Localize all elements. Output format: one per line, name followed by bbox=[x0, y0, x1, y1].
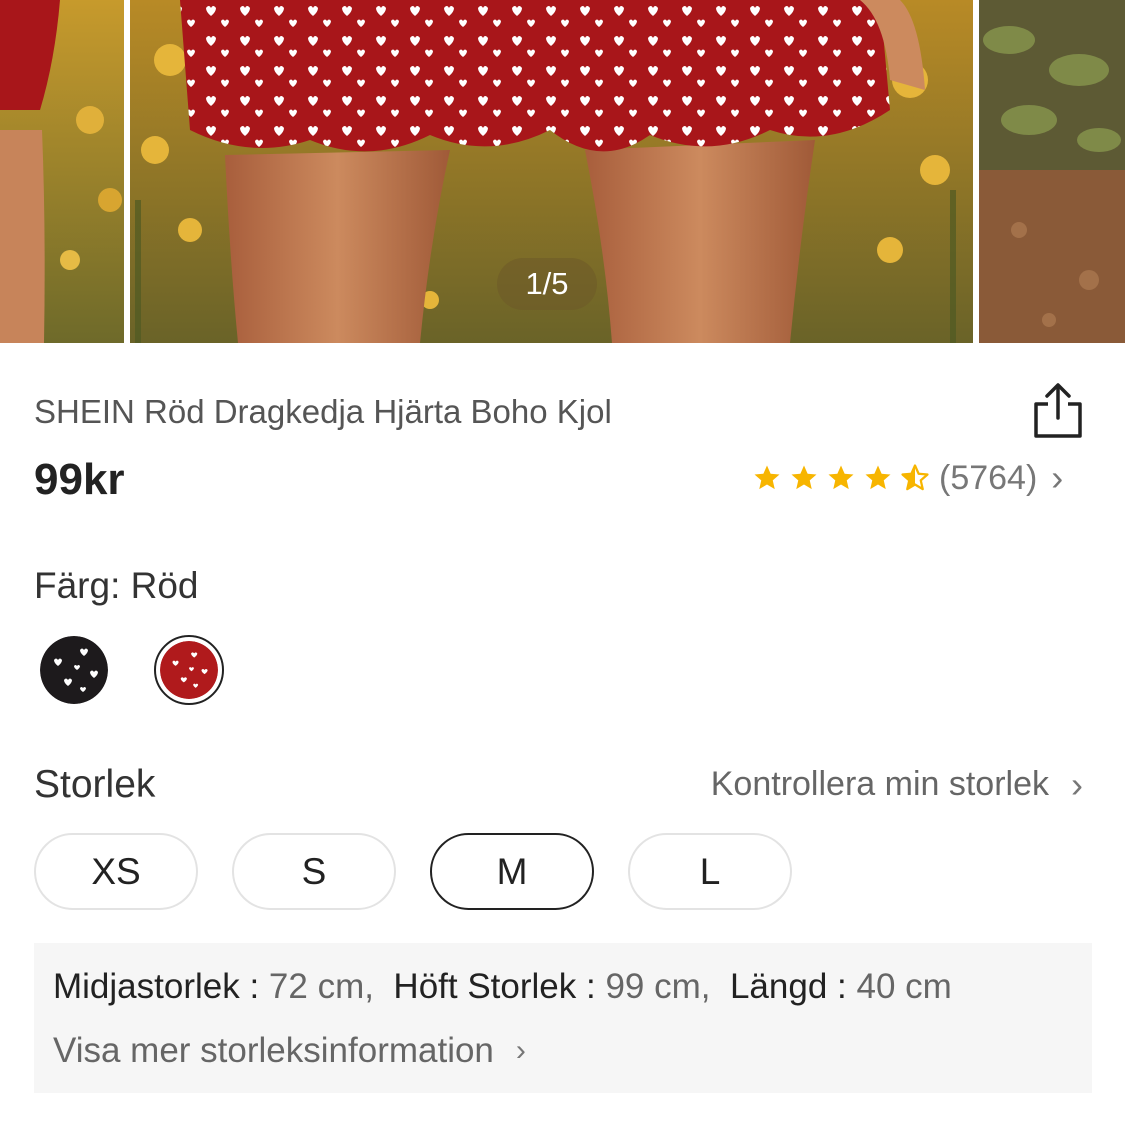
size-guide-label: Kontrollera min storlek bbox=[710, 765, 1049, 803]
rating-summary[interactable]: (5764) › bbox=[752, 456, 1063, 500]
image-counter: 1/5 bbox=[497, 258, 597, 310]
previous-product-image[interactable] bbox=[0, 0, 124, 343]
length-label: Längd bbox=[729, 967, 828, 1006]
chevron-right-icon: › bbox=[515, 1034, 526, 1067]
next-product-image[interactable] bbox=[979, 0, 1125, 343]
color-swatch-red-selected[interactable] bbox=[154, 635, 224, 705]
color-label: Färg: Röd bbox=[34, 565, 199, 606]
product-title: SHEIN Röd Dragkedja Hjärta Boho Kjol bbox=[34, 393, 612, 430]
more-size-info-label: Visa mer storleksinformation bbox=[53, 1031, 494, 1070]
length-value: 40 cm bbox=[856, 967, 952, 1006]
product-image-gallery[interactable]: 1/5 bbox=[0, 0, 1125, 343]
share-icon[interactable] bbox=[1030, 382, 1086, 440]
color-swatch-black[interactable] bbox=[40, 636, 108, 704]
review-count: (5764) bbox=[939, 458, 1038, 497]
size-option-s[interactable]: S bbox=[232, 833, 396, 910]
more-size-info-link[interactable]: Visa mer storleksinformation › bbox=[53, 1031, 526, 1071]
size-guide-link[interactable]: Kontrollera min storlek › bbox=[711, 765, 1083, 804]
rating-stars bbox=[752, 463, 937, 493]
star-icon bbox=[865, 465, 891, 490]
size-label: Storlek bbox=[34, 763, 156, 806]
product-price: 99kr bbox=[34, 455, 125, 504]
hip-label: Höft Storlek bbox=[393, 967, 577, 1006]
waist-value: 72 cm, bbox=[268, 967, 374, 1006]
hip-value: 99 cm, bbox=[605, 967, 711, 1006]
size-option-l[interactable]: L bbox=[628, 833, 792, 910]
size-measurements-panel: Midjastorlek : 72 cm, Höft Storlek : 99 … bbox=[34, 943, 1092, 1093]
chevron-right-icon: › bbox=[1051, 457, 1064, 498]
star-icon bbox=[828, 465, 854, 490]
star-icon bbox=[754, 465, 780, 490]
size-option-xs[interactable]: XS bbox=[34, 833, 198, 910]
waist-label: Midjastorlek bbox=[53, 967, 240, 1006]
star-icon bbox=[791, 465, 817, 490]
star-half-icon bbox=[901, 464, 929, 491]
size-option-m-selected[interactable]: M bbox=[430, 833, 594, 910]
chevron-right-icon: › bbox=[1071, 763, 1083, 805]
measurements-line: Midjastorlek : 72 cm, Höft Storlek : 99 … bbox=[53, 967, 952, 1006]
